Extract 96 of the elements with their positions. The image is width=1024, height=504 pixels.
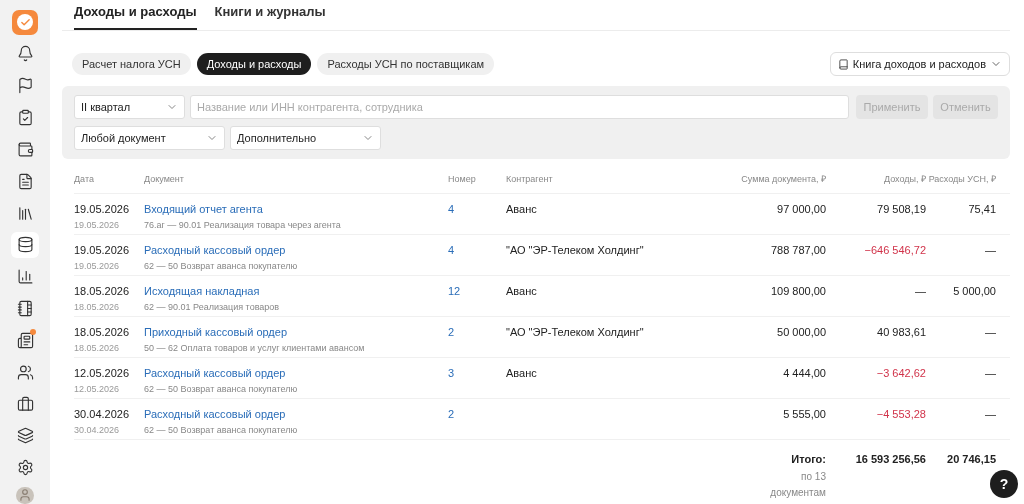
income-amount: 79 508,19: [876, 202, 926, 217]
users-icon: [16, 363, 34, 381]
totals-note: по 13 документам: [769, 469, 826, 500]
column-header: Дата: [74, 173, 95, 186]
income-amount: 40 983,61: [876, 325, 926, 340]
column-header: Расходы УСН, ₽: [927, 173, 997, 186]
date: 30.04.2026: [74, 407, 131, 422]
search-field[interactable]: Название или ИНН контрагента, сотрудника: [190, 95, 849, 119]
stack-icon: [16, 427, 34, 445]
income-amount: −4 553,28: [875, 407, 926, 422]
column-header: Документ: [144, 173, 185, 186]
totals-label: Итого:: [791, 452, 826, 467]
help-button[interactable]: ?: [990, 470, 1018, 498]
expense-amount: 75,41: [967, 202, 997, 217]
date: 19.05.2026: [74, 202, 131, 217]
ledger-entry: 50 — 62 Оплата товаров и услуг клиентами авансом: [144, 341, 365, 355]
date: 19.05.2026: [74, 243, 131, 258]
bell-icon: [16, 45, 34, 63]
notebook-icon: [16, 300, 34, 318]
bar-chart-icon: [16, 268, 34, 286]
ledger-entry: 62 — 50 Возврат аванса покупателю: [144, 423, 298, 437]
document-amount: 50 000,00: [776, 325, 826, 340]
tab[interactable]: Книги и журналы: [214, 0, 326, 30]
document-number-link[interactable]: 12: [448, 283, 461, 300]
ledger-entry: 62 — 50 Возврат аванса покупателю: [144, 382, 298, 396]
income-amount: −646 546,72: [863, 243, 926, 258]
ledger-entry: 62 — 50 Возврат аванса покупателю: [144, 259, 298, 273]
column-header: Сумма документа, ₽: [740, 173, 826, 186]
segment-pill[interactable]: Расходы УСН по поставщикам: [317, 53, 495, 75]
sub-date: 30.04.2026: [74, 423, 121, 437]
sub-date: 19.05.2026: [74, 218, 121, 232]
date: 18.05.2026: [74, 325, 131, 340]
document-amount: 5 555,00: [782, 407, 826, 422]
expense-amount: —: [984, 325, 997, 340]
select-value: II квартал: [81, 99, 131, 115]
period-select[interactable]: II квартал: [74, 95, 185, 119]
counterparty: Аванс: [506, 202, 538, 217]
document-type-select[interactable]: Любой документ: [74, 126, 225, 150]
avatar[interactable]: [16, 486, 34, 504]
counterparty: Аванс: [506, 366, 538, 381]
sub-date: 12.05.2026: [74, 382, 121, 396]
document-number-link[interactable]: 4: [448, 242, 455, 259]
flag-icon: [16, 77, 34, 95]
user-icon: [18, 488, 32, 503]
document-amount: 97 000,00: [776, 202, 826, 217]
ledger-entry: 76.аг — 90.01 Реализация товара через агента: [144, 218, 341, 232]
more-filters-select[interactable]: Дополнительно: [230, 126, 381, 150]
book-icon: [837, 58, 849, 70]
settings-icon: [16, 459, 34, 477]
select-value: Любой документ: [81, 130, 166, 146]
document-number-link[interactable]: 4: [448, 201, 455, 218]
column-header: Номер: [448, 173, 477, 186]
tab[interactable]: Доходы и расходы: [74, 0, 197, 30]
expense-amount: —: [984, 407, 997, 422]
segment-pill[interactable]: Расчет налога УСН: [72, 53, 191, 75]
total-income: 16 593 256,56: [854, 452, 926, 467]
counterparty: "АО "ЭР-Телеком Холдинг": [506, 325, 645, 340]
sidebar-item[interactable]: [11, 231, 39, 258]
total-expense: 20 746,15: [946, 452, 997, 467]
expense-amount: 5 000,00: [952, 284, 997, 299]
income-amount: −3 642,62: [875, 366, 926, 381]
document-number-link[interactable]: 3: [448, 365, 455, 382]
document-link[interactable]: Расходный кассовый ордер: [144, 365, 286, 382]
expense-amount: —: [984, 243, 997, 258]
sub-date: 18.05.2026: [74, 300, 121, 314]
document-link[interactable]: Исходящая накладная: [144, 283, 260, 300]
newspaper-icon: [16, 331, 34, 349]
expense-amount: —: [984, 366, 997, 381]
document-icon: [16, 172, 34, 190]
column-header: Доходы, ₽: [882, 173, 926, 186]
sub-date: 18.05.2026: [74, 341, 121, 355]
counterparty: "АО "ЭР-Телеком Холдинг": [506, 243, 645, 258]
database-icon: [16, 236, 34, 254]
document-link[interactable]: Расходный кассовый ордер: [144, 242, 286, 259]
wallet-icon: [16, 140, 34, 158]
document-link[interactable]: Приходный кассовый ордер: [144, 324, 288, 341]
date: 18.05.2026: [74, 284, 131, 299]
ledger-entry: 62 — 90.01 Реализация товаров: [144, 300, 280, 314]
select-value: Дополнительно: [237, 130, 317, 146]
document-amount: 4 444,00: [782, 366, 826, 381]
books-icon: [16, 204, 34, 222]
document-link[interactable]: Входящий отчет агента: [144, 201, 263, 218]
date: 12.05.2026: [74, 366, 131, 381]
document-amount: 109 800,00: [769, 284, 826, 299]
document-number-link[interactable]: 2: [448, 406, 455, 423]
counterparty: Аванс: [506, 284, 538, 299]
segment-pill[interactable]: Доходы и расходы: [196, 53, 312, 75]
document-number-link[interactable]: 2: [448, 324, 455, 341]
document-amount: 788 787,00: [769, 243, 826, 258]
column-header: Контрагент: [506, 173, 554, 186]
sub-date: 19.05.2026: [74, 259, 121, 273]
briefcase-icon: [16, 395, 34, 413]
document-link[interactable]: Расходный кассовый ордер: [144, 406, 286, 423]
income-amount: —: [914, 284, 926, 299]
clipboard-check-icon: [16, 109, 34, 126]
book-dropdown-button[interactable]: Книга доходов и расходов: [829, 52, 1010, 76]
